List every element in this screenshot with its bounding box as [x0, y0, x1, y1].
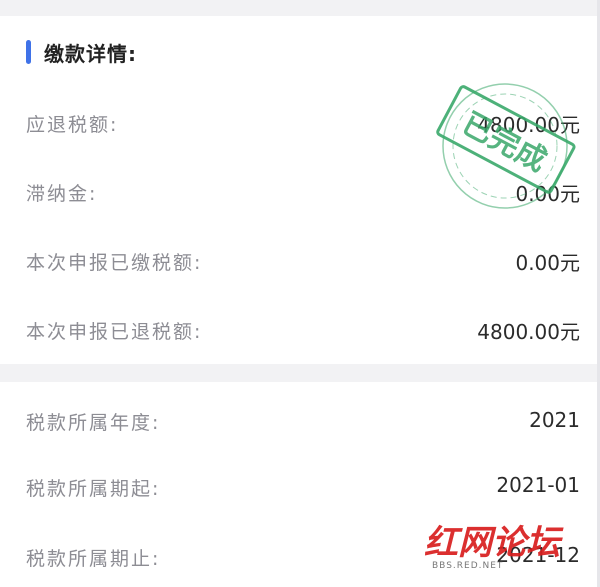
tax-period-card: 税款所属年度: 2021 税款所属期起: 2021-01 税款所属期止: 202…	[0, 382, 600, 587]
period-start-value: 2021-01	[496, 473, 580, 497]
top-spacer	[0, 0, 600, 16]
section-title: 缴款详情:	[44, 42, 137, 66]
payment-details-card: 缴款详情: 应退税额: 4800.00元 滞纳金: 0.00元 本次申报已缴税额…	[0, 16, 600, 364]
refund-amount-value: 4800.00元	[477, 113, 580, 137]
section-accent-bar	[26, 40, 31, 64]
refunded-tax-row: 本次申报已退税额: 4800.00元	[0, 295, 600, 364]
late-fee-row: 滞纳金: 0.00元	[0, 157, 600, 226]
tax-year-label: 税款所属年度:	[26, 412, 161, 434]
period-start-row: 税款所属期起: 2021-01	[0, 452, 600, 522]
late-fee-value: 0.00元	[515, 182, 580, 206]
late-fee-label: 滞纳金:	[26, 183, 98, 205]
period-end-label: 税款所属期止:	[26, 548, 161, 570]
section-header: 缴款详情:	[0, 16, 600, 88]
card-gap	[0, 364, 600, 382]
paid-tax-row: 本次申报已缴税额: 0.00元	[0, 226, 600, 295]
tax-year-value: 2021	[529, 408, 580, 432]
period-end-row: 税款所属期止: 2021-12	[0, 522, 600, 587]
period-end-value: 2021-12	[496, 543, 580, 567]
refund-amount-label: 应退税额:	[26, 114, 119, 136]
refunded-tax-label: 本次申报已退税额:	[26, 321, 203, 343]
tax-refund-detail-page: 缴款详情: 应退税额: 4800.00元 滞纳金: 0.00元 本次申报已缴税额…	[0, 0, 600, 587]
period-start-label: 税款所属期起:	[26, 478, 161, 500]
refund-amount-row: 应退税额: 4800.00元	[0, 88, 600, 157]
paid-tax-value: 0.00元	[515, 251, 580, 275]
refunded-tax-value: 4800.00元	[477, 320, 580, 344]
paid-tax-label: 本次申报已缴税额:	[26, 252, 203, 274]
tax-year-row: 税款所属年度: 2021	[0, 382, 600, 452]
